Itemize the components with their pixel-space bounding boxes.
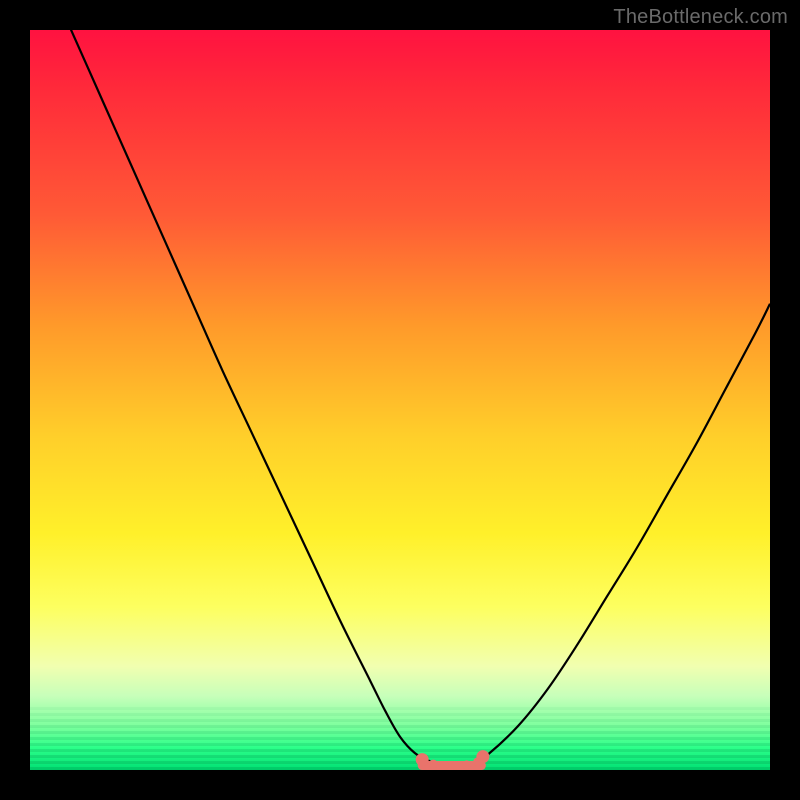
valley-marker <box>476 750 489 763</box>
valley-marker <box>429 760 438 769</box>
valley-marker <box>440 761 449 770</box>
valley-marker <box>451 761 460 770</box>
curve-svg <box>30 30 770 770</box>
watermark-text: TheBottleneck.com <box>613 6 788 29</box>
chart-frame: TheBottleneck.com <box>0 0 800 800</box>
valley-marker <box>462 760 471 769</box>
bottleneck-curve <box>45 0 770 766</box>
plot-area <box>30 30 770 770</box>
valley-marker <box>416 753 429 766</box>
